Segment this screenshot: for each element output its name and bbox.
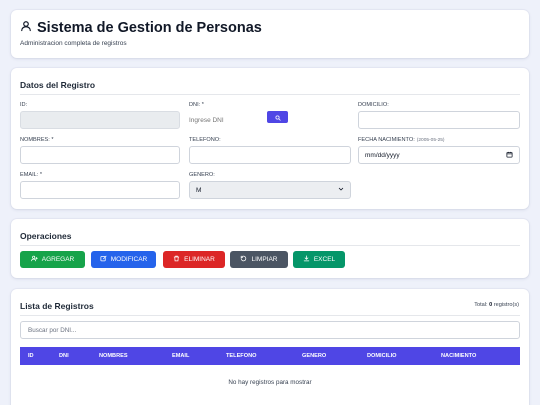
- chevron-down-icon: [338, 186, 344, 194]
- dni-search-button[interactable]: [267, 111, 288, 123]
- telefono-label: TELEFONO:: [189, 137, 221, 143]
- column-header-genero[interactable]: GENERO: [302, 347, 326, 365]
- download-icon: [303, 255, 310, 264]
- datos-divider: [20, 94, 520, 95]
- search-placeholder: Buscar por DNI...: [28, 326, 77, 334]
- total-count: Total: 0 registro(s): [474, 302, 519, 308]
- operaciones-title: Operaciones: [20, 231, 72, 241]
- operaciones-card: Operaciones AGREGAR MODIFICAR ELIMINAR L…: [11, 219, 529, 278]
- lista-title: Lista de Registros: [20, 301, 94, 311]
- page-subtitle: Administracion completa de registros: [20, 40, 127, 47]
- datos-card: Datos del Registro ID: DNI: * DOMICILIO:…: [11, 68, 529, 209]
- total-suffix: registro(s): [493, 302, 519, 308]
- dni-input[interactable]: [189, 111, 261, 129]
- modificar-button[interactable]: MODIFICAR: [91, 251, 156, 268]
- dni-label: DNI: *: [189, 102, 204, 108]
- header-title-row: Sistema de Gestion de Personas: [20, 19, 262, 37]
- eliminar-label: ELIMINAR: [184, 256, 215, 263]
- domicilio-input[interactable]: [358, 111, 520, 129]
- calendar-icon[interactable]: [506, 151, 513, 160]
- column-header-dni[interactable]: DNI: [59, 347, 69, 365]
- genero-select[interactable]: M: [189, 181, 351, 199]
- table-header: ID DNI NOMBRES EMAIL TELEFONO GENERO DOM…: [20, 347, 520, 365]
- column-header-domicilio[interactable]: DOMICILIO: [367, 347, 397, 365]
- column-header-nombres[interactable]: NOMBRES: [99, 347, 128, 365]
- excel-label: EXCEL: [313, 256, 336, 263]
- operaciones-divider: [20, 245, 520, 246]
- genero-label: GENERO:: [189, 172, 215, 178]
- agregar-label: AGREGAR: [41, 256, 75, 263]
- total-prefix: Total:: [474, 302, 488, 308]
- eliminar-button[interactable]: ELIMINAR: [163, 251, 225, 268]
- column-header-email[interactable]: EMAIL: [172, 347, 189, 365]
- header-card: Sistema de Gestion de Personas Administr…: [11, 10, 529, 58]
- lista-divider: [20, 315, 520, 316]
- genero-value: M: [196, 186, 202, 194]
- domicilio-label: DOMICILIO:: [358, 102, 389, 108]
- lista-card: Lista de Registros Total: 0 registro(s) …: [11, 289, 529, 405]
- id-label: ID:: [20, 102, 28, 108]
- user-icon: [20, 19, 32, 37]
- fecha-input[interactable]: mm/dd/yyyy: [358, 146, 520, 164]
- datos-title: Datos del Registro: [20, 80, 96, 90]
- nombres-input[interactable]: [20, 146, 180, 164]
- agregar-button[interactable]: AGREGAR: [20, 251, 85, 268]
- excel-button[interactable]: EXCEL: [293, 251, 345, 268]
- column-header-nacimiento[interactable]: NACIMIENTO: [441, 347, 476, 365]
- column-header-telefono[interactable]: TELEFONO: [226, 347, 256, 365]
- total-number: 0: [489, 302, 493, 308]
- limpiar-label: LIMPIAR: [251, 256, 278, 263]
- page-title: Sistema de Gestion de Personas: [37, 20, 262, 36]
- id-field: [20, 111, 180, 129]
- modificar-label: MODIFICAR: [110, 256, 148, 263]
- user-plus-icon: [30, 255, 38, 264]
- empty-message: No hay registros para mostrar: [228, 379, 312, 386]
- search-input[interactable]: Buscar por DNI...: [20, 321, 520, 339]
- email-label: EMAIL: *: [20, 172, 43, 178]
- search-icon: [275, 108, 281, 126]
- limpiar-button[interactable]: LIMPIAR: [230, 251, 288, 268]
- nombres-label: NOMBRES: *: [20, 137, 54, 143]
- fecha-label: FECHA NACIMIENTO: (2005-05-25): [358, 137, 445, 143]
- telefono-input[interactable]: [189, 146, 351, 164]
- fecha-label-text: FECHA NACIMIENTO:: [358, 137, 415, 143]
- fecha-hint: (2005-05-25): [416, 138, 445, 143]
- edit-icon: [100, 255, 107, 264]
- refresh-icon: [240, 255, 247, 264]
- column-header-id[interactable]: ID: [28, 347, 34, 365]
- email-input[interactable]: [20, 181, 180, 199]
- fecha-value: mm/dd/yyyy: [365, 151, 400, 159]
- trash-icon: [173, 255, 180, 264]
